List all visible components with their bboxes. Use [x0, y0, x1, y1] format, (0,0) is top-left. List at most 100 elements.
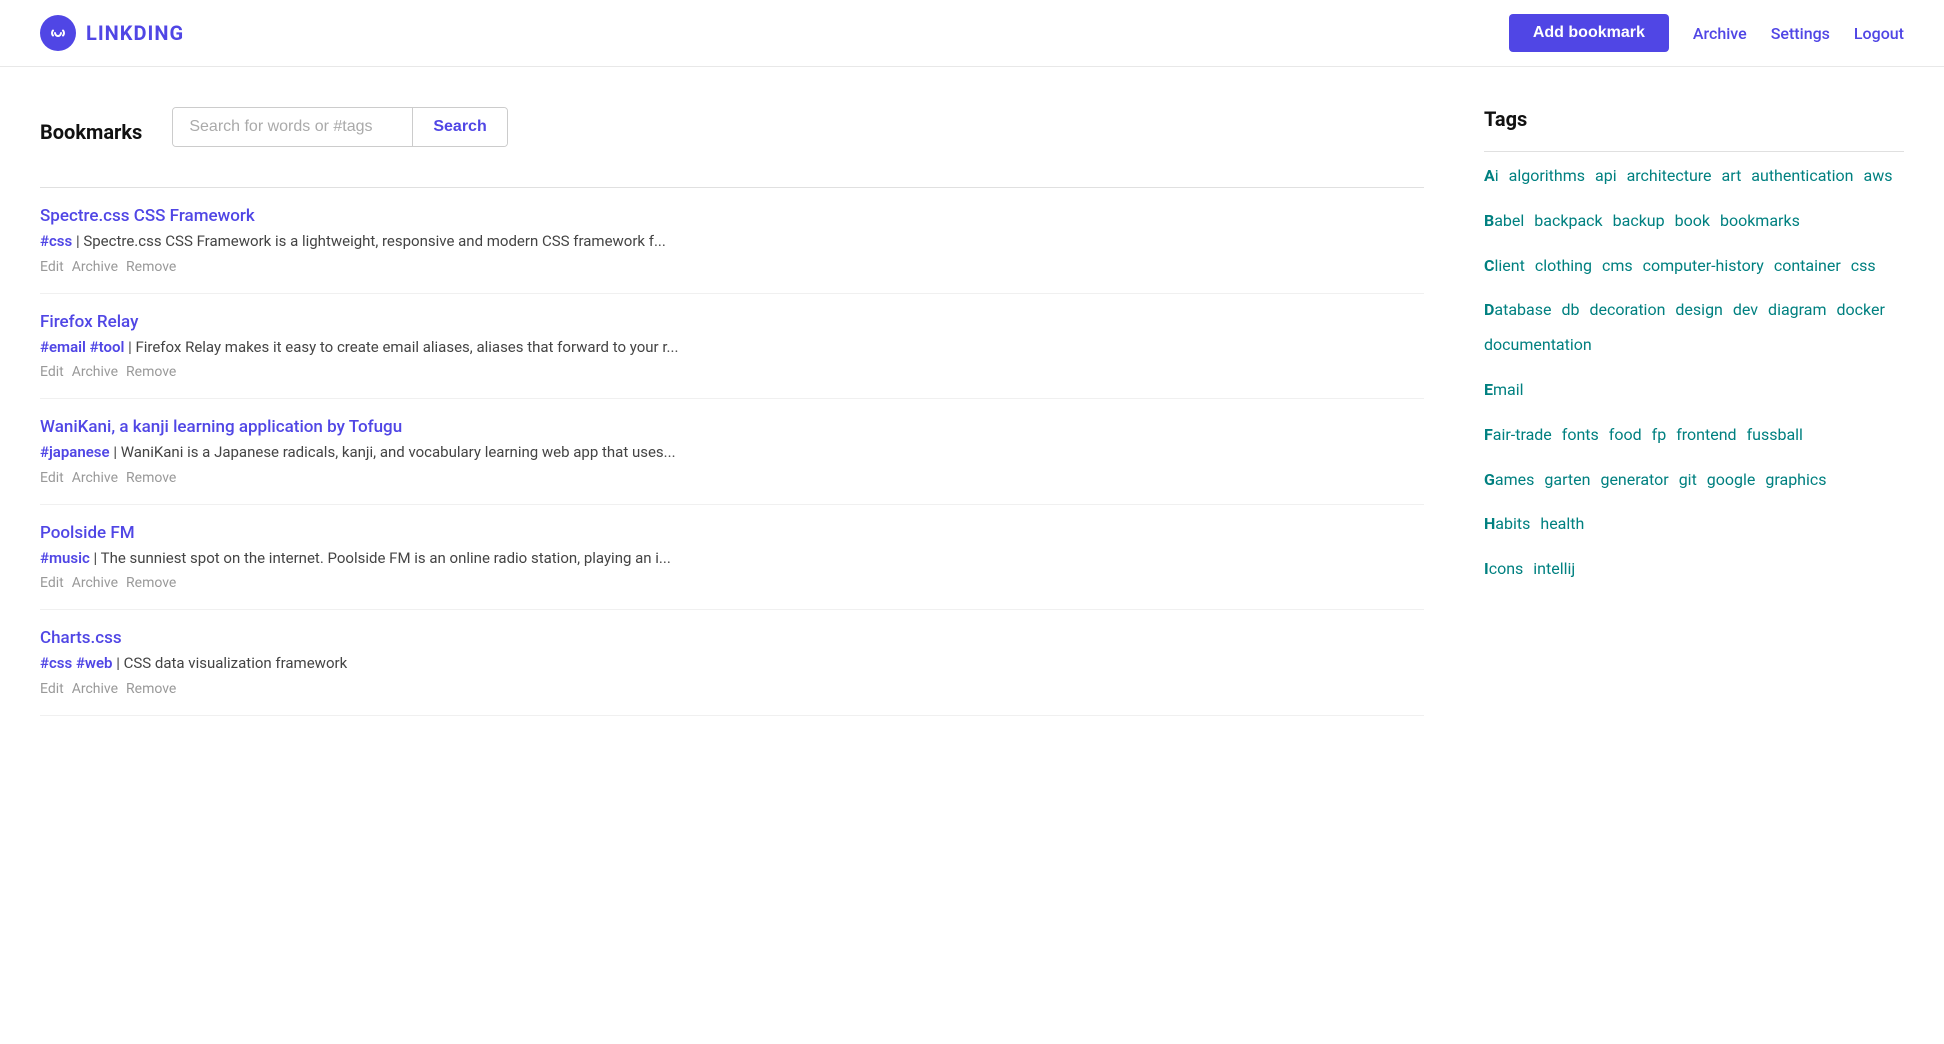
tag-algorithms[interactable]: algorithms [1509, 162, 1585, 191]
tag-art[interactable]: art [1722, 162, 1742, 191]
tag-design[interactable]: design [1675, 296, 1722, 325]
bookmark-description: #japanese | WaniKani is a Japanese radic… [40, 441, 1424, 464]
bookmark-action-edit[interactable]: Edit [40, 470, 64, 486]
logo-area[interactable]: LINKDING [40, 15, 184, 51]
right-column: Tags Aialgorithmsapiarchitectureartauthe… [1484, 107, 1904, 716]
bookmark-action-remove[interactable]: Remove [126, 364, 176, 380]
bookmark-item: Spectre.css CSS Framework #css | Spectre.… [40, 187, 1424, 294]
bookmark-actions: Edit Archive Remove [40, 470, 1424, 486]
tag-garten[interactable]: garten [1544, 466, 1590, 495]
bookmark-action-edit[interactable]: Edit [40, 364, 64, 380]
tag-graphics[interactable]: graphics [1765, 466, 1826, 495]
tag-food[interactable]: food [1609, 421, 1642, 450]
bookmark-title[interactable]: Firefox Relay [40, 312, 1424, 332]
tag-intellij[interactable]: intellij [1533, 555, 1575, 584]
bookmark-action-edit[interactable]: Edit [40, 575, 64, 591]
tag-frontend[interactable]: frontend [1676, 421, 1736, 450]
tags-row: Email [1484, 376, 1904, 405]
tag-database[interactable]: Database [1484, 296, 1551, 325]
tag-computer-history[interactable]: computer-history [1643, 252, 1764, 281]
tag-babel[interactable]: Babel [1484, 207, 1524, 236]
bookmark-action-remove[interactable]: Remove [126, 575, 176, 591]
logout-link[interactable]: Logout [1854, 24, 1904, 43]
tag-fonts[interactable]: fonts [1562, 421, 1599, 450]
tag-generator[interactable]: generator [1600, 466, 1668, 495]
tag-dev[interactable]: dev [1733, 296, 1758, 325]
tag-habits[interactable]: Habits [1484, 510, 1530, 539]
tag-health[interactable]: health [1540, 510, 1584, 539]
tag-fp[interactable]: fp [1652, 421, 1667, 450]
tag-backpack[interactable]: backpack [1534, 207, 1602, 236]
settings-link[interactable]: Settings [1771, 24, 1830, 43]
bookmark-title[interactable]: Poolside FM [40, 523, 1424, 543]
tag-group-a: Ai algorithms api architecture art authentica… [1484, 162, 1904, 191]
tag-db[interactable]: db [1561, 296, 1579, 325]
bookmark-title[interactable]: WaniKani, a kanji learning application b… [40, 417, 1424, 437]
tag-book[interactable]: book [1675, 207, 1710, 236]
tag-documentation[interactable]: documentation [1484, 331, 1592, 360]
add-bookmark-button[interactable]: Add bookmark [1509, 14, 1669, 52]
tags-row: Games garten generator git google graphics [1484, 466, 1904, 495]
header-nav: Add bookmark Archive Settings Logout [1509, 14, 1904, 52]
tag-css[interactable]: css [1851, 252, 1876, 281]
bookmark-tags[interactable]: #japanese [40, 443, 113, 461]
tag-bookmarks[interactable]: bookmarks [1720, 207, 1800, 236]
tag-docker[interactable]: docker [1837, 296, 1885, 325]
bookmark-title[interactable]: Spectre.css CSS Framework [40, 206, 1424, 226]
tag-aws[interactable]: aws [1863, 162, 1892, 191]
tag-ai[interactable]: Ai [1484, 162, 1499, 191]
bookmark-action-archive[interactable]: Archive [72, 575, 118, 591]
bookmark-title[interactable]: Charts.css [40, 628, 1424, 648]
tag-games[interactable]: Games [1484, 466, 1534, 495]
bookmark-action-remove[interactable]: Remove [126, 259, 176, 275]
bookmark-action-edit[interactable]: Edit [40, 259, 64, 275]
tag-icons[interactable]: Icons [1484, 555, 1523, 584]
tags-row: Fair-trade fonts foodfp frontend fussball [1484, 421, 1904, 450]
left-column: Bookmarks Search Spectre.css CSS Framewo… [40, 107, 1424, 716]
tag-google[interactable]: google [1707, 466, 1756, 495]
search-button[interactable]: Search [412, 108, 506, 146]
tag-clothing[interactable]: clothing [1535, 252, 1592, 281]
archive-link[interactable]: Archive [1693, 24, 1747, 43]
tag-group-d: Database db decoration design dev diagram dock… [1484, 296, 1904, 360]
tag-container[interactable]: container [1774, 252, 1841, 281]
tag-authentication[interactable]: authentication [1751, 162, 1853, 191]
tag-fair-trade[interactable]: Fair-trade [1484, 421, 1552, 450]
tag-fussball[interactable]: fussball [1747, 421, 1803, 450]
tag-git[interactable]: git [1679, 466, 1697, 495]
tag-client[interactable]: Client [1484, 252, 1525, 281]
bookmark-tags[interactable]: #music [40, 549, 94, 567]
bookmark-action-archive[interactable]: Archive [72, 681, 118, 697]
bookmark-item: Charts.css #css #web | CSS data visualiza… [40, 610, 1424, 716]
tag-email[interactable]: Email [1484, 376, 1524, 405]
bookmarks-list: Spectre.css CSS Framework #css | Spectre.… [40, 187, 1424, 716]
bookmark-action-edit[interactable]: Edit [40, 681, 64, 697]
bookmark-actions: Edit Archive Remove [40, 259, 1424, 275]
bookmarks-title: Bookmarks [40, 120, 142, 144]
search-input[interactable] [173, 108, 412, 146]
header: LINKDING Add bookmark Archive Settings L… [0, 0, 1944, 67]
tag-cms[interactable]: cms [1602, 252, 1633, 281]
bookmark-action-archive[interactable]: Archive [72, 470, 118, 486]
bookmark-tags[interactable]: #email #tool [40, 338, 128, 356]
tag-group-i: Icons intellij [1484, 555, 1904, 584]
bookmark-description: #css #web | CSS data visualization frame… [40, 652, 1424, 675]
tag-backup[interactable]: backup [1613, 207, 1665, 236]
bookmark-action-archive[interactable]: Archive [72, 259, 118, 275]
bookmark-item: Firefox Relay #email #tool | Firefox Rela… [40, 294, 1424, 400]
bookmark-description: #music | The sunniest spot on the intern… [40, 547, 1424, 570]
bookmark-actions: Edit Archive Remove [40, 575, 1424, 591]
bookmark-action-archive[interactable]: Archive [72, 364, 118, 380]
bookmark-tags[interactable]: #css [40, 232, 76, 250]
bookmark-item: WaniKani, a kanji learning application b… [40, 399, 1424, 505]
bookmark-action-remove[interactable]: Remove [126, 470, 176, 486]
bookmark-actions: Edit Archive Remove [40, 681, 1424, 697]
tag-architecture[interactable]: architecture [1627, 162, 1712, 191]
tag-api[interactable]: api [1595, 162, 1617, 191]
tag-decoration[interactable]: decoration [1590, 296, 1666, 325]
bookmark-description: #email #tool | Firefox Relay makes it ea… [40, 336, 1424, 359]
tag-diagram[interactable]: diagram [1768, 296, 1826, 325]
bookmark-action-remove[interactable]: Remove [126, 681, 176, 697]
bookmark-tags[interactable]: #css #web [40, 654, 116, 672]
bookmark-description: #css | Spectre.css CSS Framework is a li… [40, 230, 1424, 253]
